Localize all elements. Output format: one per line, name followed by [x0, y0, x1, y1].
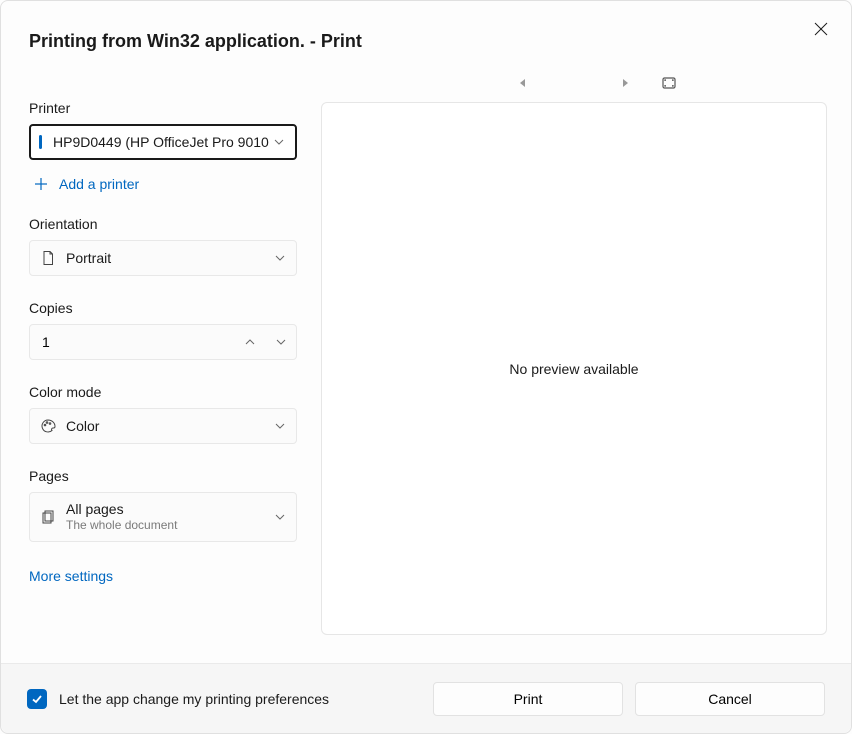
- no-preview-text: No preview available: [509, 361, 638, 377]
- printer-dropdown[interactable]: HP9D0449 (HP OfficeJet Pro 9010 se: [29, 124, 297, 160]
- copies-decrement-button[interactable]: [266, 325, 297, 359]
- triangle-left-icon: [518, 78, 528, 88]
- color-mode-dropdown[interactable]: Color: [29, 408, 297, 444]
- close-button[interactable]: [805, 13, 837, 45]
- color-mode-selected-value: Color: [66, 418, 99, 434]
- preview-panel: No preview available: [321, 52, 827, 663]
- more-settings-link[interactable]: More settings: [29, 568, 297, 584]
- preferences-checkbox[interactable]: [27, 689, 47, 709]
- dialog-title: Printing from Win32 application. - Print: [1, 1, 851, 52]
- chevron-down-icon: [274, 511, 286, 523]
- triangle-right-icon: [620, 78, 630, 88]
- preview-next-button[interactable]: [615, 73, 635, 93]
- add-printer-label: Add a printer: [59, 176, 139, 192]
- pages-selected-value: All pages: [66, 501, 177, 519]
- preview-prev-button[interactable]: [513, 73, 533, 93]
- copies-increment-button[interactable]: [235, 325, 266, 359]
- preview-fit-button[interactable]: [659, 73, 679, 93]
- print-button[interactable]: Print: [433, 682, 623, 716]
- printer-selected-value: HP9D0449 (HP OfficeJet Pro 9010 se: [53, 134, 273, 150]
- chevron-down-icon: [273, 136, 285, 148]
- copies-label: Copies: [29, 300, 297, 316]
- pages-subtitle: The whole document: [66, 518, 177, 533]
- pages-icon: [40, 509, 56, 525]
- palette-icon: [40, 418, 56, 434]
- copies-input[interactable]: [30, 325, 235, 359]
- cancel-button[interactable]: Cancel: [635, 682, 825, 716]
- preview-area: No preview available: [321, 102, 827, 635]
- color-mode-label: Color mode: [29, 384, 297, 400]
- close-icon: [814, 22, 828, 36]
- preferences-checkbox-label: Let the app change my printing preferenc…: [59, 691, 421, 707]
- dialog-footer: Let the app change my printing preferenc…: [1, 663, 851, 733]
- chevron-up-icon: [244, 336, 256, 348]
- copies-stepper: [29, 324, 297, 360]
- pages-label: Pages: [29, 468, 297, 484]
- pages-dropdown[interactable]: All pages The whole document: [29, 492, 297, 542]
- checkmark-icon: [31, 693, 43, 705]
- orientation-dropdown[interactable]: Portrait: [29, 240, 297, 276]
- chevron-down-icon: [274, 252, 286, 264]
- settings-panel: Printer HP9D0449 (HP OfficeJet Pro 9010 …: [29, 52, 297, 663]
- orientation-selected-value: Portrait: [66, 250, 111, 266]
- portrait-page-icon: [40, 250, 56, 266]
- chevron-down-icon: [274, 420, 286, 432]
- printer-label: Printer: [29, 100, 297, 116]
- plus-icon: [33, 176, 49, 192]
- fit-screen-icon: [662, 77, 676, 89]
- chevron-down-icon: [275, 336, 287, 348]
- orientation-label: Orientation: [29, 216, 297, 232]
- add-printer-link[interactable]: Add a printer: [29, 176, 297, 192]
